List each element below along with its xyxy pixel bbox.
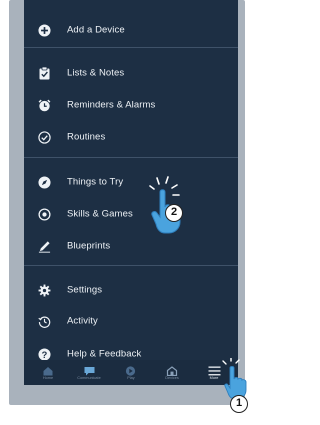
tab-label: Home: [42, 376, 54, 380]
menu-item-settings[interactable]: Settings: [24, 276, 238, 304]
chat-bubble-icon: [84, 363, 95, 376]
help-icon: ?: [37, 347, 51, 361]
tab-label: Devices: [165, 376, 179, 380]
menu-item-activity[interactable]: Activity: [24, 307, 238, 335]
pencil-icon: [37, 239, 51, 253]
clipboard-icon: [37, 66, 51, 80]
menu-item-label: Skills & Games: [67, 208, 133, 220]
menu-item-blueprints[interactable]: Blueprints: [24, 232, 238, 260]
tab-label: Play: [127, 376, 135, 380]
menu-item-label: Routines: [67, 131, 106, 143]
menu-item-label: Settings: [67, 284, 103, 296]
plus-circle-icon: [37, 23, 51, 37]
tab-label: Communicate: [77, 376, 101, 380]
menu-item-add-a-device[interactable]: Add a Device: [24, 16, 238, 44]
menu-item-reminders-alarms[interactable]: Reminders & Alarms: [24, 91, 238, 119]
menu-item-routines[interactable]: Routines: [24, 123, 238, 151]
svg-text:?: ?: [41, 349, 47, 359]
check-circle-icon: [37, 130, 51, 144]
compass-icon: [37, 175, 51, 189]
menu-item-label: Help & Feedback: [67, 348, 142, 360]
menu-divider: [24, 157, 238, 158]
menu-item-label: Add a Device: [67, 24, 125, 36]
gear-icon: [37, 283, 51, 297]
menu-item-label: Reminders & Alarms: [67, 99, 156, 111]
history-icon: [37, 314, 51, 328]
menu-item-label: Lists & Notes: [67, 67, 125, 79]
menu-divider: [24, 47, 238, 48]
tab-devices[interactable]: Devices: [153, 360, 191, 385]
bottom-nav: Home Communicate Play Devices More: [24, 360, 238, 385]
app-screen: Add a Device Lists & Notes Reminders & A…: [24, 0, 238, 385]
menu-item-things-to-try[interactable]: Things to Try: [24, 168, 238, 196]
step-badge-2: 2: [165, 204, 183, 222]
devices-icon: [166, 363, 178, 377]
location-pin-icon: [37, 207, 51, 221]
menu-item-lists-notes[interactable]: Lists & Notes: [24, 59, 238, 87]
menu-divider: [24, 265, 238, 266]
tab-play[interactable]: Play: [112, 360, 150, 385]
menu-item-label: Activity: [67, 315, 98, 327]
tab-home[interactable]: Home: [29, 360, 67, 385]
alarm-icon: [37, 98, 51, 112]
menu-item-label: Things to Try: [67, 176, 124, 188]
home-icon: [43, 363, 54, 376]
tab-communicate[interactable]: Communicate: [70, 360, 108, 385]
menu-item-skills-games[interactable]: Skills & Games: [24, 200, 238, 228]
step-badge-1: 1: [230, 395, 248, 413]
menu-item-label: Blueprints: [67, 240, 111, 252]
play-icon: [125, 363, 137, 376]
hamburger-menu-icon: [208, 363, 221, 376]
